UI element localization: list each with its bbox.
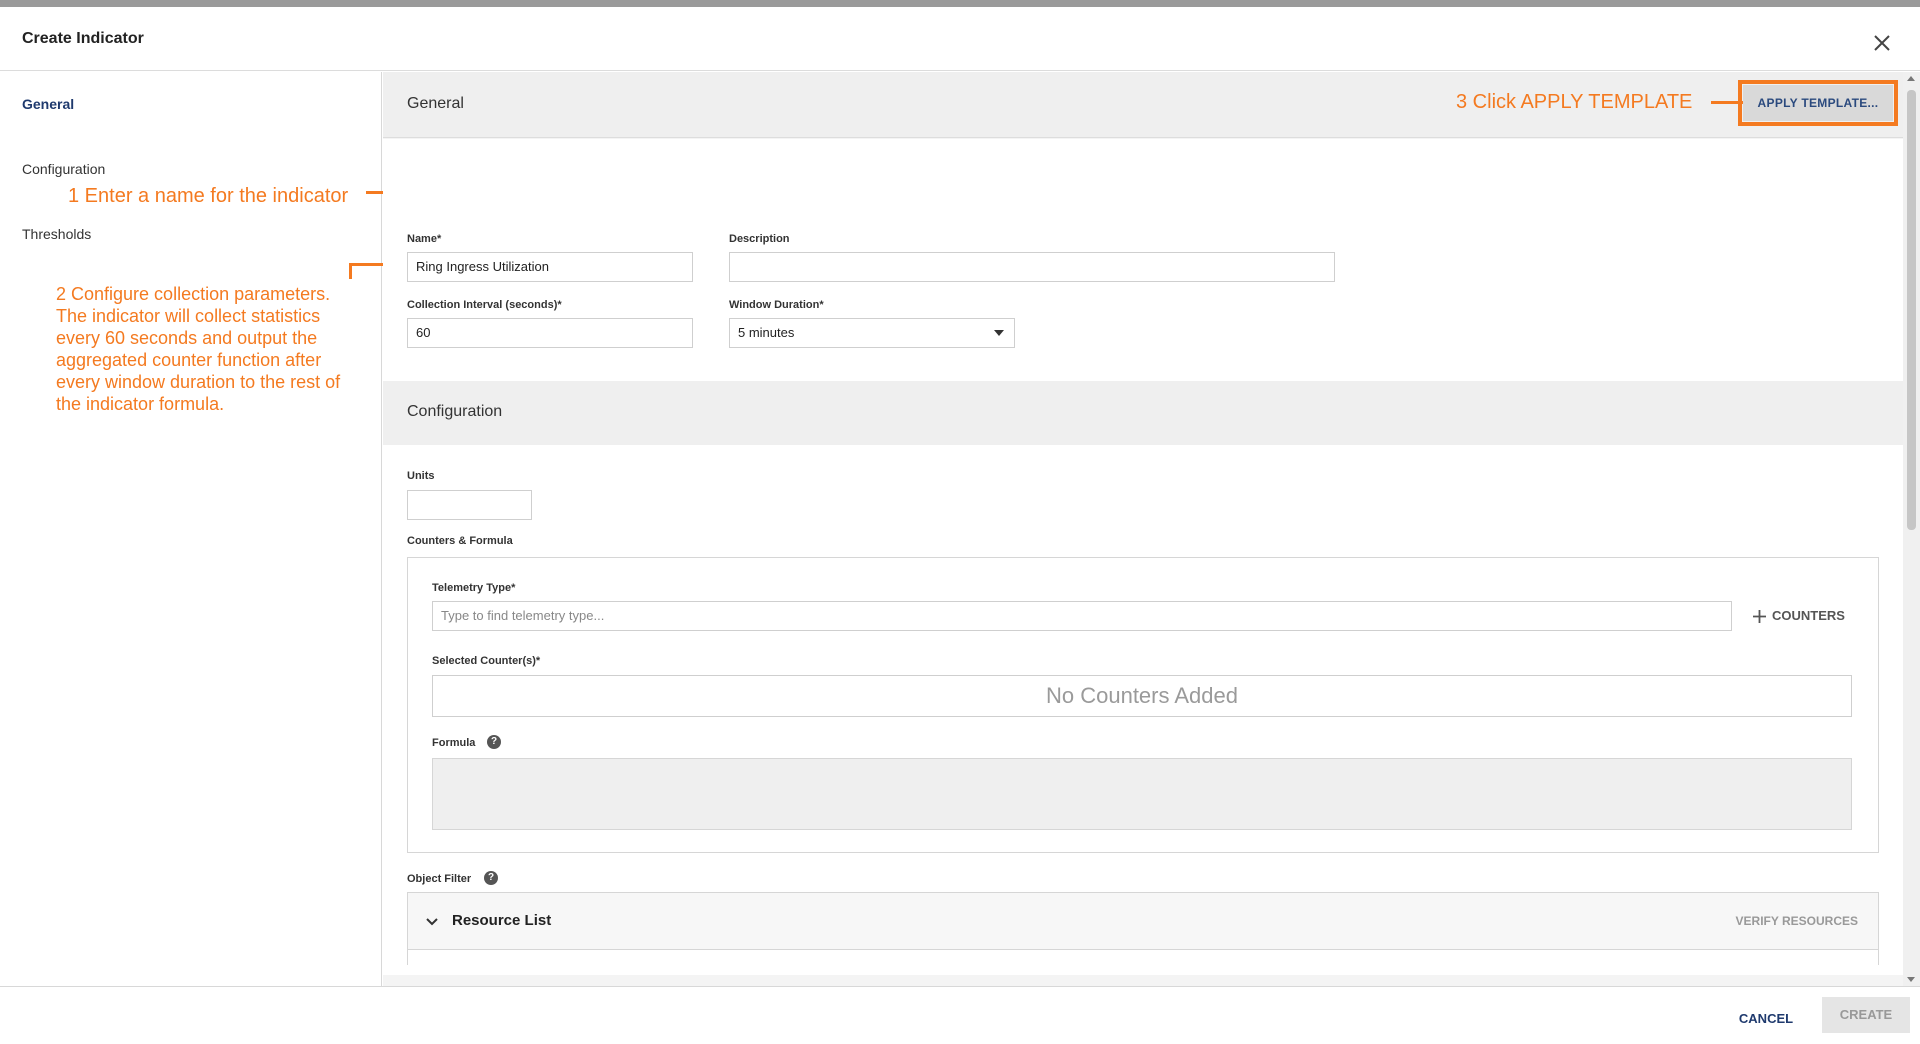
dialog-title: Create Indicator (22, 30, 144, 47)
annotation-step-1: 1 Enter a name for the indicator (68, 185, 349, 207)
sidebar-item-configuration[interactable]: Configuration (22, 161, 105, 177)
configuration-section-title: Configuration (407, 403, 503, 420)
window-duration-select[interactable]: 5 minutes (729, 318, 1015, 348)
configuration-section-header: Configuration (383, 381, 1903, 445)
main-content: General 3 Click APPLY TEMPLATE APPLY TEM… (383, 72, 1903, 986)
cancel-button[interactable]: CANCEL (1726, 1005, 1806, 1033)
formula-input[interactable] (432, 758, 1852, 830)
window-duration-value: 5 minutes (738, 325, 795, 340)
chevron-down-icon (994, 330, 1004, 336)
counters-formula-box: Telemetry Type* Type to find telemetry t… (407, 557, 1879, 853)
annotation-step-3: 3 Click APPLY TEMPLATE (1456, 91, 1693, 113)
dialog-header: Create Indicator (0, 7, 1920, 71)
close-icon[interactable] (1872, 33, 1892, 53)
window-duration-label: Window Duration* (729, 299, 824, 311)
add-counters-label: COUNTERS (1772, 608, 1845, 623)
formula-label: Formula (432, 737, 476, 749)
scroll-down-icon[interactable] (1907, 977, 1915, 982)
annotation-2-line-vertical (349, 263, 352, 279)
description-label: Description (729, 233, 790, 245)
chevron-down-icon[interactable] (426, 917, 438, 927)
annotation-3-box (1738, 80, 1898, 126)
collection-interval-label: Collection Interval (seconds)* (407, 299, 562, 311)
scrollbar-thumb[interactable] (1907, 90, 1916, 530)
general-section-title: General (407, 95, 464, 112)
resource-list-row[interactable]: Resource List VERIFY RESOURCES (407, 892, 1879, 950)
scrollbar[interactable] (1903, 72, 1920, 986)
units-label: Units (407, 470, 435, 482)
scroll-up-icon[interactable] (1907, 76, 1915, 81)
create-button[interactable]: CREATE (1822, 997, 1910, 1033)
general-panel: Name* Ring Ingress Utilization Descripti… (383, 139, 1903, 381)
general-section-header: General 3 Click APPLY TEMPLATE APPLY TEM… (383, 72, 1903, 138)
annotation-step-2: 2 Configure collection parameters. The i… (54, 281, 364, 417)
dialog-footer: CANCEL CREATE (0, 986, 1920, 1044)
help-icon[interactable]: ? (484, 871, 498, 885)
window-top-bar (0, 0, 1920, 7)
sidebar-nav: General Configuration Thresholds 1 Enter… (0, 72, 382, 986)
add-counters-button[interactable]: COUNTERS (1753, 605, 1845, 627)
selected-counters-label: Selected Counter(s)* (432, 655, 541, 667)
counters-formula-label: Counters & Formula (407, 535, 513, 547)
telemetry-type-input[interactable]: Type to find telemetry type... (432, 601, 1732, 631)
name-label: Name* (407, 233, 442, 245)
sidebar-item-general[interactable]: General (22, 96, 74, 112)
telemetry-type-label: Telemetry Type* (432, 582, 516, 594)
verify-resources-button[interactable]: VERIFY RESOURCES (1736, 914, 1858, 928)
no-counters-text: No Counters Added (1045, 683, 1239, 708)
description-input[interactable] (729, 252, 1335, 282)
sidebar-item-thresholds[interactable]: Thresholds (22, 226, 91, 242)
resource-list-label: Resource List (452, 912, 552, 929)
name-input[interactable]: Ring Ingress Utilization (407, 252, 693, 282)
collection-interval-input[interactable]: 60 (407, 318, 693, 348)
selected-counters-area: No Counters Added (432, 675, 1852, 717)
object-filter-label: Object Filter (407, 873, 472, 885)
units-input[interactable] (407, 490, 532, 520)
plus-icon (1753, 610, 1766, 623)
help-icon[interactable]: ? (487, 735, 501, 749)
